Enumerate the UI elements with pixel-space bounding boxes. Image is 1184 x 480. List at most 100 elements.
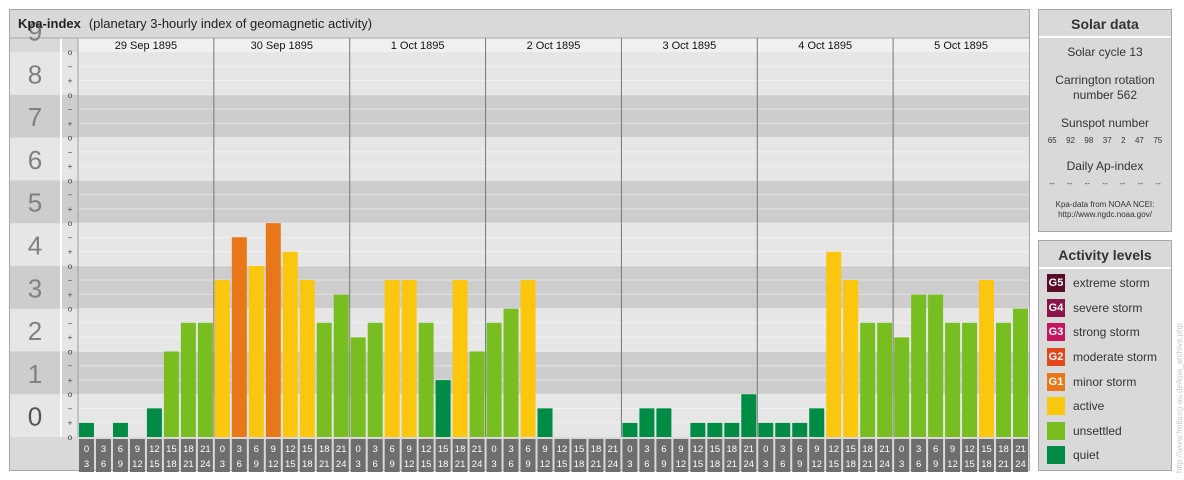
interval-start-label: 12 <box>421 444 432 455</box>
interval-start-label: 6 <box>118 444 123 455</box>
activity-level-severe-storm: G4 severe storm <box>1039 296 1171 321</box>
interval-end-label: 24 <box>608 459 619 470</box>
carrington-rotation: Carrington rotation number 562 <box>1039 73 1171 103</box>
interval-end-label: 6 <box>780 459 785 470</box>
y-tick-label: 5 <box>28 188 42 218</box>
sunspot-value: 37 <box>1102 136 1112 145</box>
y-band <box>10 137 1029 181</box>
interval-start-label: 21 <box>608 444 619 455</box>
day-label: 4 Oct 1895 <box>798 40 852 52</box>
interval-start-label: 12 <box>285 444 296 455</box>
kpa-bar <box>962 322 978 437</box>
sunspot-value: 47 <box>1134 136 1144 145</box>
ap-value: -- <box>1102 179 1108 188</box>
interval-end-label: 21 <box>183 459 194 470</box>
kpa-bar <box>248 265 264 437</box>
interval-start-label: 18 <box>727 444 738 455</box>
interval-end-label: 21 <box>727 459 738 470</box>
sunspot-value: 98 <box>1084 136 1094 145</box>
interval-end-label: 15 <box>828 459 839 470</box>
kpa-bar <box>826 251 842 437</box>
interval-end-label: 21 <box>455 459 466 470</box>
kpa-bar <box>656 408 672 437</box>
kpa-bar <box>435 380 451 437</box>
interval-start-label: 0 <box>356 444 361 455</box>
interval-start-label: 0 <box>899 444 904 455</box>
interval-end-label: 15 <box>285 459 296 470</box>
kpa-bar <box>333 294 349 437</box>
y-band <box>10 94 1029 138</box>
interval-end-label: 9 <box>118 459 123 470</box>
activity-level-active: active <box>1039 394 1171 419</box>
interval-start-label: 18 <box>455 444 466 455</box>
interval-start-label: 3 <box>373 444 378 455</box>
y-minor-label: − <box>68 362 73 371</box>
interval-start-label: 15 <box>981 444 992 455</box>
kpa-bar <box>146 408 162 437</box>
y-minor-label: + <box>68 248 73 257</box>
kpa-bar <box>741 394 757 437</box>
interval-start-label: 15 <box>302 444 313 455</box>
activity-label: unsettled <box>1073 423 1122 438</box>
ap-values: -- -- -- -- -- -- -- <box>1039 179 1171 188</box>
interval-end-label: 12 <box>404 459 415 470</box>
kpa-bar <box>979 280 995 437</box>
kpa-bar <box>911 294 927 437</box>
interval-end-label: 9 <box>525 459 530 470</box>
interval-end-label: 6 <box>916 459 921 470</box>
interval-end-label: 6 <box>373 459 378 470</box>
day-label: 5 Oct 1895 <box>934 40 988 52</box>
kpa-bar <box>690 422 706 437</box>
y-minor-label: o <box>68 390 73 399</box>
interval-start-label: 9 <box>271 444 276 455</box>
y-minor-label: − <box>68 105 73 114</box>
sunspot-value: 75 <box>1153 136 1163 145</box>
y-minor-label: − <box>68 404 73 413</box>
kpa-bar <box>469 351 485 437</box>
kpa-bar <box>503 308 519 437</box>
kpa-bar <box>622 422 638 437</box>
activity-swatch: G4 <box>1047 298 1065 317</box>
interval-start-label: 21 <box>744 444 755 455</box>
interval-start-label: 18 <box>862 444 873 455</box>
interval-start-label: 15 <box>574 444 585 455</box>
interval-end-label: 12 <box>676 459 687 470</box>
interval-end-label: 3 <box>763 459 768 470</box>
kpa-bar <box>350 337 366 437</box>
interval-end-label: 15 <box>149 459 160 470</box>
interval-end-label: 3 <box>220 459 225 470</box>
interval-start-label: 15 <box>710 444 721 455</box>
interval-start-label: 18 <box>591 444 602 455</box>
kpa-bar <box>282 251 298 437</box>
interval-end-label: 9 <box>254 459 259 470</box>
interval-start-label: 18 <box>183 444 194 455</box>
y-band <box>10 308 1029 352</box>
carrington-line-1: Carrington rotation <box>1055 73 1155 87</box>
activity-levels-list: G5 extreme storm G4 severe storm G3 strong st… <box>1039 271 1171 468</box>
interval-end-label: 12 <box>811 459 822 470</box>
y-band <box>10 394 1029 437</box>
source-link[interactable]: http://www.ngdc.noaa.gov/ <box>1039 210 1171 220</box>
y-minor-label: o <box>68 347 73 356</box>
activity-level-extreme-storm: G5 extreme storm <box>1039 271 1171 296</box>
interval-end-label: 24 <box>879 459 890 470</box>
interval-start-label: 21 <box>1015 444 1026 455</box>
interval-end-label: 24 <box>744 459 755 470</box>
solar-cycle: Solar cycle 13 <box>1067 45 1143 59</box>
activity-swatch <box>1047 421 1065 440</box>
interval-start-label: 12 <box>557 444 568 455</box>
activity-label: extreme storm <box>1073 276 1150 291</box>
solar-data-header: Solar data <box>1039 10 1171 38</box>
kpa-bar <box>214 280 230 437</box>
kpa-bar <box>894 337 910 437</box>
interval-end-label: 9 <box>933 459 938 470</box>
interval-end-label: 24 <box>472 459 483 470</box>
interval-start-label: 12 <box>149 444 160 455</box>
kpa-bar <box>996 322 1012 437</box>
kpa-bar <box>537 408 553 437</box>
interval-end-label: 15 <box>557 459 568 470</box>
interval-start-label: 21 <box>879 444 890 455</box>
interval-start-label: 21 <box>472 444 483 455</box>
interval-start-label: 0 <box>763 444 768 455</box>
interval-start-label: 9 <box>814 444 819 455</box>
